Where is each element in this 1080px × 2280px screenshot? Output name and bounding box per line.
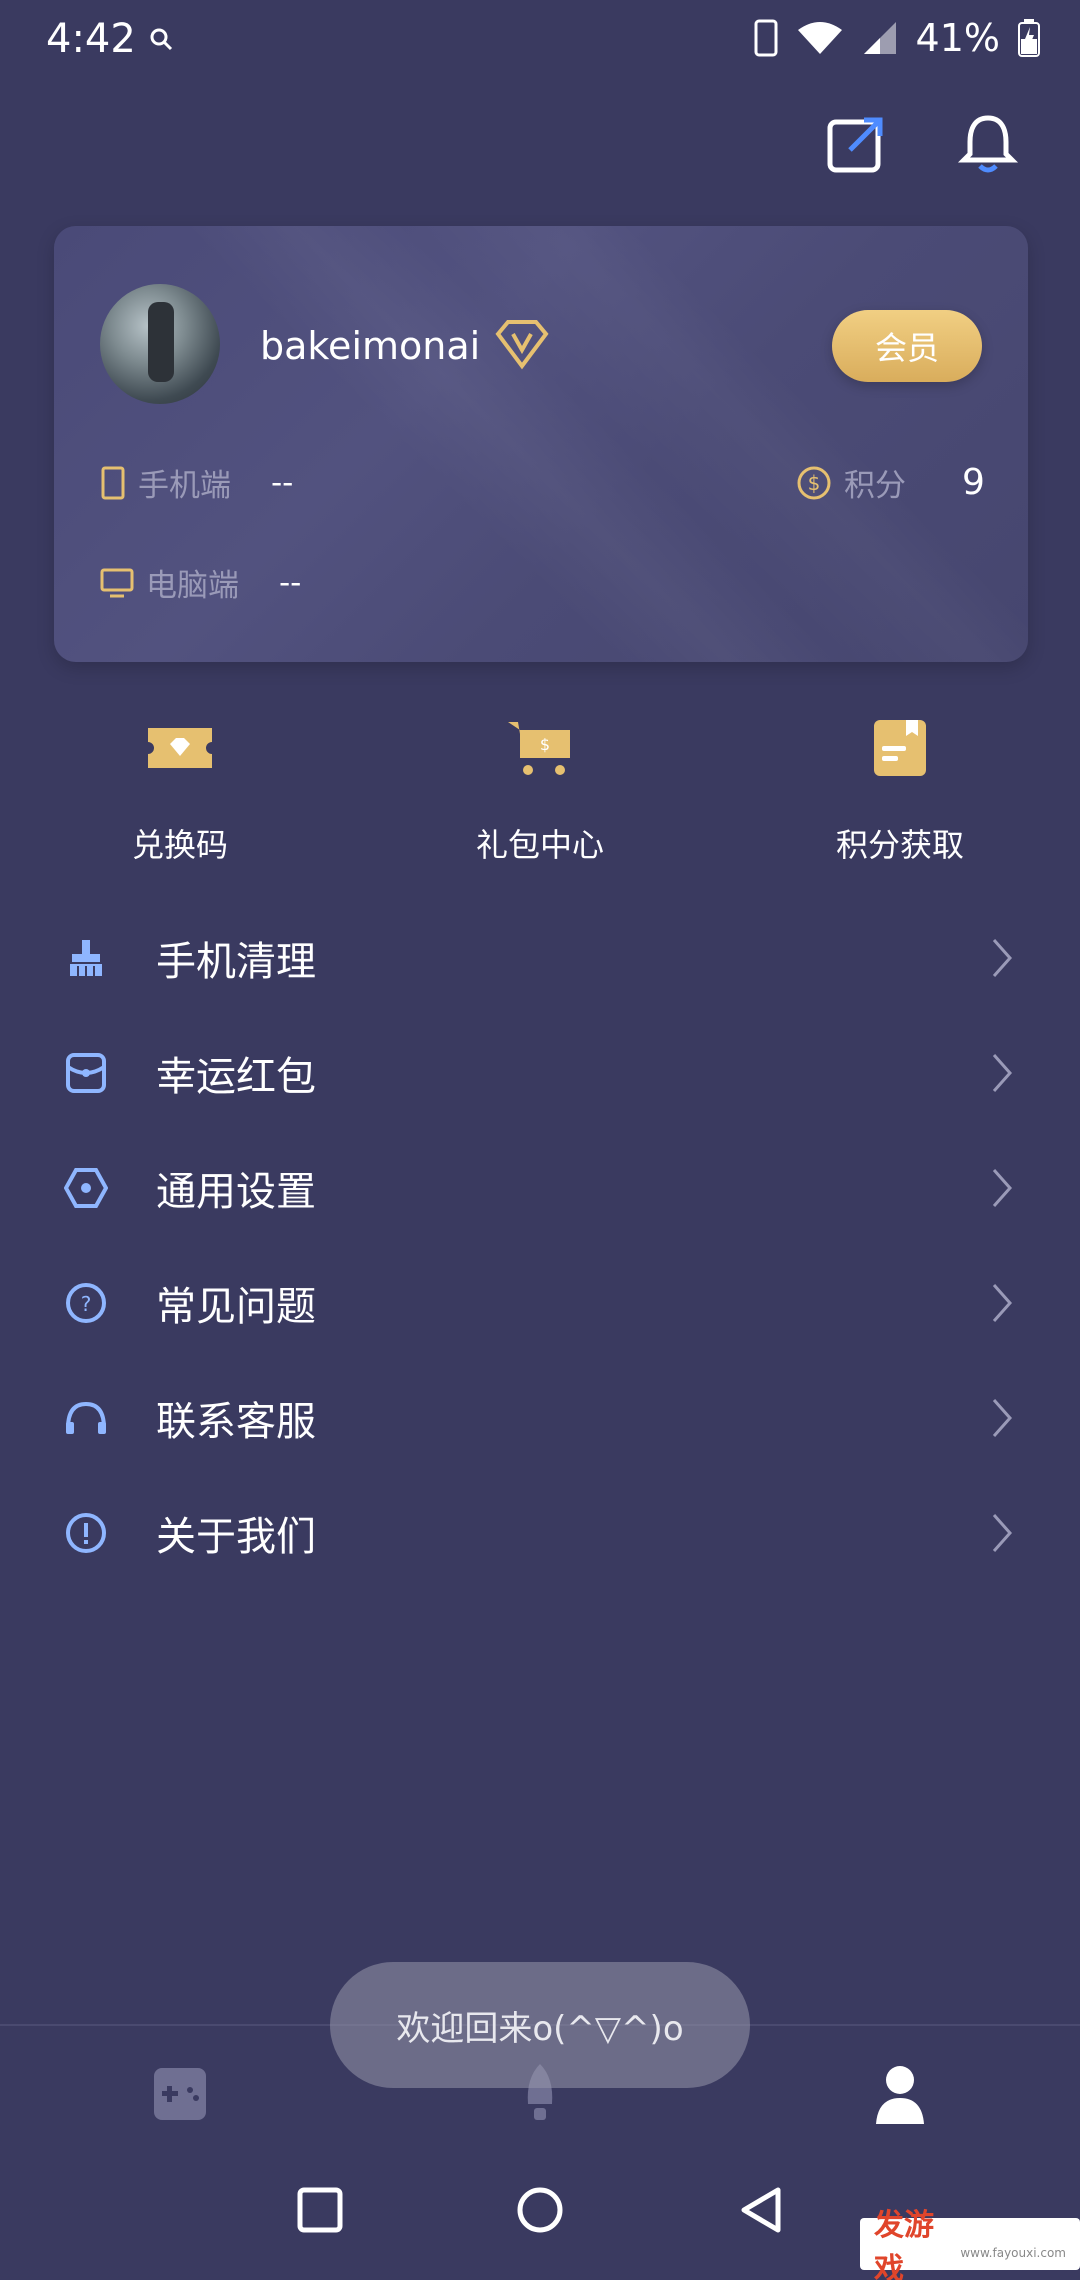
status-time: 4:42 (46, 16, 136, 62)
chevron-right-icon (992, 1054, 1013, 1092)
svg-text:$: $ (540, 735, 550, 754)
phone-value: -- (271, 464, 294, 501)
broom-icon (70, 940, 102, 976)
gift-center-button[interactable]: $ 礼包中心 (420, 712, 660, 866)
red-packet-icon (66, 1053, 106, 1093)
battery-percent: 41% (915, 16, 1000, 60)
username: bakeimonai (260, 324, 481, 368)
pc-label: 电脑端 (146, 568, 239, 604)
phone-row: 手机端 -- (100, 460, 293, 505)
profile-screen: 4:42 41% bakeimonai 会员 手机端 -- 电脑端 -- $ 积… (0, 0, 1080, 2280)
watermark: 发游戏 www.fayouxi.com (860, 2208, 1080, 2280)
chevron-right-icon (992, 939, 1013, 977)
cart-icon: $ (508, 722, 570, 775)
question-icon: ? (66, 1283, 106, 1323)
pc-row: 电脑端 -- (100, 560, 301, 605)
menu-label: 手机清理 (156, 939, 316, 985)
back-icon[interactable] (732, 2180, 792, 2240)
avatar[interactable] (100, 284, 220, 404)
svg-text:$: $ (808, 471, 821, 495)
earn-points-label: 积分获取 (835, 826, 964, 864)
chevron-right-icon (992, 1169, 1013, 1207)
profile-card: bakeimonai 会员 手机端 -- 电脑端 -- $ 积分 9 (54, 226, 1028, 662)
chevron-right-icon (992, 1284, 1013, 1322)
vip-diamond-icon (495, 320, 549, 370)
ticket-icon (148, 728, 212, 768)
menu-label: 通用设置 (156, 1169, 316, 1215)
phone-signal-icon (754, 19, 778, 57)
menu-label: 常见问题 (156, 1284, 316, 1330)
person-icon[interactable] (864, 2058, 936, 2130)
points-label: 积分 (844, 468, 906, 504)
notes-icon (874, 720, 926, 776)
menu-label: 关于我们 (156, 1514, 316, 1560)
menu-item-lucky-packet[interactable]: 幸运红包 (0, 1023, 1080, 1123)
menu-item-about-us[interactable]: 关于我们 (0, 1483, 1080, 1583)
menu-label: 联系客服 (156, 1399, 316, 1445)
battery-icon (1018, 19, 1040, 57)
bell-icon[interactable] (956, 112, 1020, 176)
wifi-icon (797, 22, 842, 54)
menu-item-faq[interactable]: ? 常见问题 (0, 1253, 1080, 1353)
search-icon (150, 28, 173, 51)
watermark-sub: www.fayouxi.com (960, 2246, 1066, 2260)
points-row[interactable]: $ 积分 9 (796, 460, 985, 505)
menu-label: 幸运红包 (156, 1054, 316, 1100)
info-icon (66, 1513, 106, 1553)
redeem-code-label: 兑换码 (131, 826, 228, 864)
menu-item-contact-support[interactable]: 联系客服 (0, 1368, 1080, 1468)
monitor-icon (100, 568, 134, 597)
home-icon[interactable] (510, 2180, 570, 2240)
settings-hex-icon (64, 1168, 108, 1208)
phone-label: 手机端 (138, 468, 231, 504)
menu-item-phone-cleanup[interactable]: 手机清理 (0, 908, 1080, 1008)
points-value: 9 (962, 462, 985, 503)
member-button[interactable]: 会员 (832, 310, 982, 382)
phone-icon (101, 466, 125, 499)
menu-item-general-settings[interactable]: 通用设置 (0, 1138, 1080, 1238)
coin-icon: $ (797, 466, 831, 499)
recent-apps-icon[interactable] (290, 2180, 350, 2240)
cell-signal-icon (863, 22, 896, 54)
status-bar: 4:42 41% (0, 0, 1080, 80)
watermark-main: 发游戏 (874, 2208, 934, 2280)
welcome-toast: 欢迎回来o(^▽^)o (330, 1962, 750, 2088)
gamepad-icon[interactable] (144, 2058, 216, 2130)
avatar-figure (148, 302, 174, 382)
svg-text:?: ? (81, 1292, 92, 1316)
redeem-code-button[interactable]: 兑换码 (60, 712, 300, 866)
status-indicators: 41% (754, 16, 1040, 60)
headset-icon (66, 1401, 106, 1434)
chevron-right-icon (992, 1399, 1013, 1437)
gift-center-label: 礼包中心 (475, 826, 604, 864)
chevron-right-icon (992, 1514, 1013, 1552)
earn-points-button[interactable]: 积分获取 (780, 712, 1020, 866)
share-edit-icon[interactable] (824, 112, 888, 176)
pc-value: -- (279, 564, 302, 601)
